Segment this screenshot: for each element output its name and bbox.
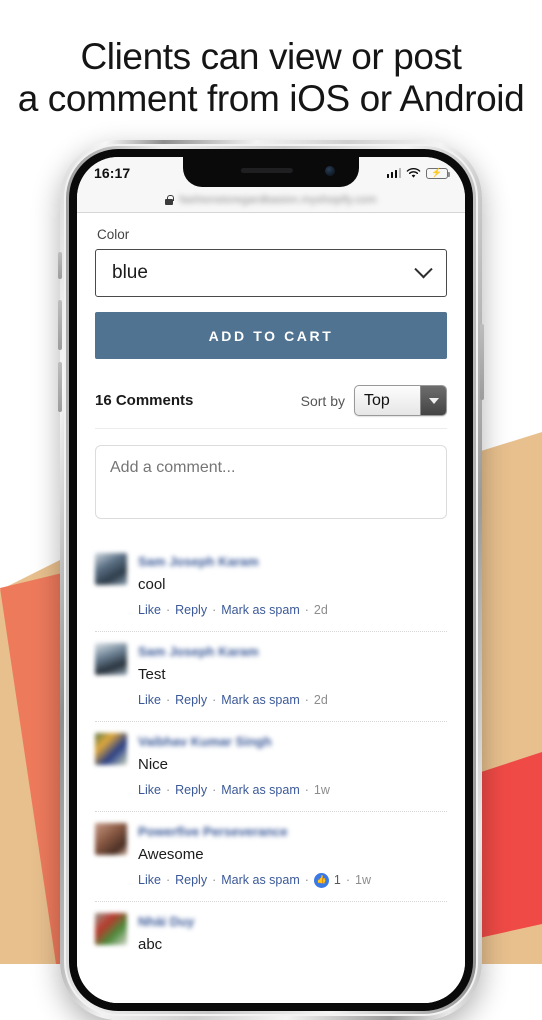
phone-screen: 16:17 ⚡ fashionstoregardbasion.myshopify… <box>77 157 465 1003</box>
avatar[interactable] <box>95 913 127 945</box>
comment-time: 1w <box>313 782 330 797</box>
front-camera-icon <box>325 166 335 176</box>
phone-mockup: 16:17 ⚡ fashionstoregardbasion.myshopify… <box>58 140 484 1020</box>
power-button[interactable] <box>480 324 484 400</box>
comment-actions: Like · Reply · Mark as spam · 👍 1 · 1w <box>138 872 447 890</box>
comment-actions: Like · Reply · Mark as spam · 2d <box>138 602 447 620</box>
sort-select[interactable]: Top <box>354 385 447 416</box>
action-separator: · <box>165 782 171 797</box>
lock-icon <box>165 194 174 205</box>
comment-text: Awesome <box>138 846 204 863</box>
color-label: Color <box>97 227 130 242</box>
headline-line-1: Clients can view or post <box>80 36 462 77</box>
action-separator: · <box>304 602 309 617</box>
comments-list: Sam Joseph Karam cool Like · Reply · Mark as s… <box>95 542 447 967</box>
wifi-icon <box>406 167 421 178</box>
mark-as-spam-action[interactable]: Mark as spam <box>221 692 300 710</box>
silent-switch[interactable] <box>58 252 62 279</box>
status-time: 16:17 <box>94 165 131 181</box>
triangle-down-icon <box>420 386 446 415</box>
comment-actions: Like · Reply · Mark as spam · 2d <box>138 692 447 710</box>
action-separator: · <box>165 602 171 617</box>
comment-body: Nhài Duy abc <box>138 913 447 955</box>
comment-author[interactable]: Nhài Duy <box>138 914 194 930</box>
color-select-value: blue <box>112 262 148 283</box>
sort-control: Sort by Top <box>301 385 447 416</box>
volume-up-button[interactable] <box>58 300 62 350</box>
mark-as-spam-action[interactable]: Mark as spam <box>221 602 300 620</box>
action-separator: · <box>165 872 171 887</box>
mark-as-spam-action[interactable]: Mark as spam <box>221 782 300 800</box>
comment-body: Sam Joseph Karam cool Like · Reply · Mark as s… <box>138 553 447 619</box>
mark-as-spam-action[interactable]: Mark as spam <box>221 872 300 890</box>
action-separator: · <box>304 872 309 887</box>
add-to-cart-button[interactable]: ADD TO CART <box>95 312 447 359</box>
comment-input[interactable] <box>95 445 447 519</box>
avatar[interactable] <box>95 733 127 765</box>
sort-select-value: Top <box>364 391 390 409</box>
reply-action[interactable]: Reply <box>175 692 207 710</box>
comment-author[interactable]: Powerfive Perseverance <box>138 824 288 840</box>
comment-text: Nice <box>138 756 169 773</box>
avatar[interactable] <box>95 553 127 585</box>
action-separator: · <box>345 872 351 887</box>
comment-item: Vaibhav Kumar Singh Nice Like · Reply · Mark a… <box>95 722 447 812</box>
comment-body: Vaibhav Kumar Singh Nice Like · Reply · Mark a… <box>138 733 447 799</box>
comment-actions: Like · Reply · Mark as spam · 1w <box>138 782 447 800</box>
action-separator: · <box>212 602 217 617</box>
like-action[interactable]: Like <box>138 782 161 800</box>
action-separator: · <box>165 692 171 707</box>
battery-charging-icon: ⚡ <box>426 167 450 179</box>
page-content: Color blue ADD TO CART 16 Comments Sort … <box>77 213 465 1003</box>
action-separator: · <box>304 692 309 707</box>
headline-line-2: a comment from iOS or Android <box>17 77 525 119</box>
volume-down-button[interactable] <box>58 362 62 412</box>
chevron-down-icon <box>414 259 433 278</box>
cellular-signal-icon <box>386 168 401 178</box>
reply-action[interactable]: Reply <box>175 602 207 620</box>
comment-time: 2d <box>313 602 328 617</box>
like-count: 1 <box>333 872 341 887</box>
comments-header: 16 Comments Sort by Top <box>95 385 447 429</box>
comment-time: 2d <box>313 692 328 707</box>
comment-text: Test <box>138 666 166 683</box>
comments-count: 16 Comments <box>95 392 194 409</box>
comment-author[interactable]: Sam Joseph Karam <box>138 554 259 570</box>
action-separator: · <box>212 782 217 797</box>
color-select[interactable]: blue <box>95 249 447 297</box>
avatar[interactable] <box>95 643 127 675</box>
like-action[interactable]: Like <box>138 692 161 710</box>
page-title: Clients can view or post a comment from … <box>0 36 542 120</box>
sort-by-label: Sort by <box>300 392 345 409</box>
like-action[interactable]: Like <box>138 602 161 620</box>
like-action[interactable]: Like <box>138 872 161 890</box>
reply-action[interactable]: Reply <box>175 782 207 800</box>
comment-text: abc <box>138 936 163 953</box>
phone-notch <box>183 157 359 187</box>
reply-action[interactable]: Reply <box>175 872 207 890</box>
thumbs-up-icon: 👍 <box>313 872 329 888</box>
comment-body: Sam Joseph Karam Test Like · Reply · Mark as s… <box>138 643 447 709</box>
browser-url-bar[interactable]: fashionstoregardbasion.myshopify.com <box>77 187 465 213</box>
action-separator: · <box>304 782 309 797</box>
comment-time: 1w <box>355 872 372 887</box>
action-separator: · <box>212 692 217 707</box>
earpiece-speaker <box>240 168 293 173</box>
comment-item: Sam Joseph Karam Test Like · Reply · Mark as s… <box>95 632 447 722</box>
comment-text: cool <box>138 576 166 593</box>
comment-item: Powerfive Perseverance Awesome Like · Reply ·… <box>95 812 447 902</box>
comment-item: Nhài Duy abc <box>95 902 447 967</box>
status-indicators: ⚡ <box>386 167 450 179</box>
comment-author[interactable]: Vaibhav Kumar Singh <box>138 734 272 750</box>
comment-body: Powerfive Perseverance Awesome Like · Reply ·… <box>138 823 447 889</box>
comment-item: Sam Joseph Karam cool Like · Reply · Mark as s… <box>95 542 447 632</box>
action-separator: · <box>212 872 217 887</box>
avatar[interactable] <box>95 823 127 855</box>
url-text: fashionstoregardbasion.myshopify.com <box>179 193 377 206</box>
comment-author[interactable]: Sam Joseph Karam <box>138 644 259 660</box>
